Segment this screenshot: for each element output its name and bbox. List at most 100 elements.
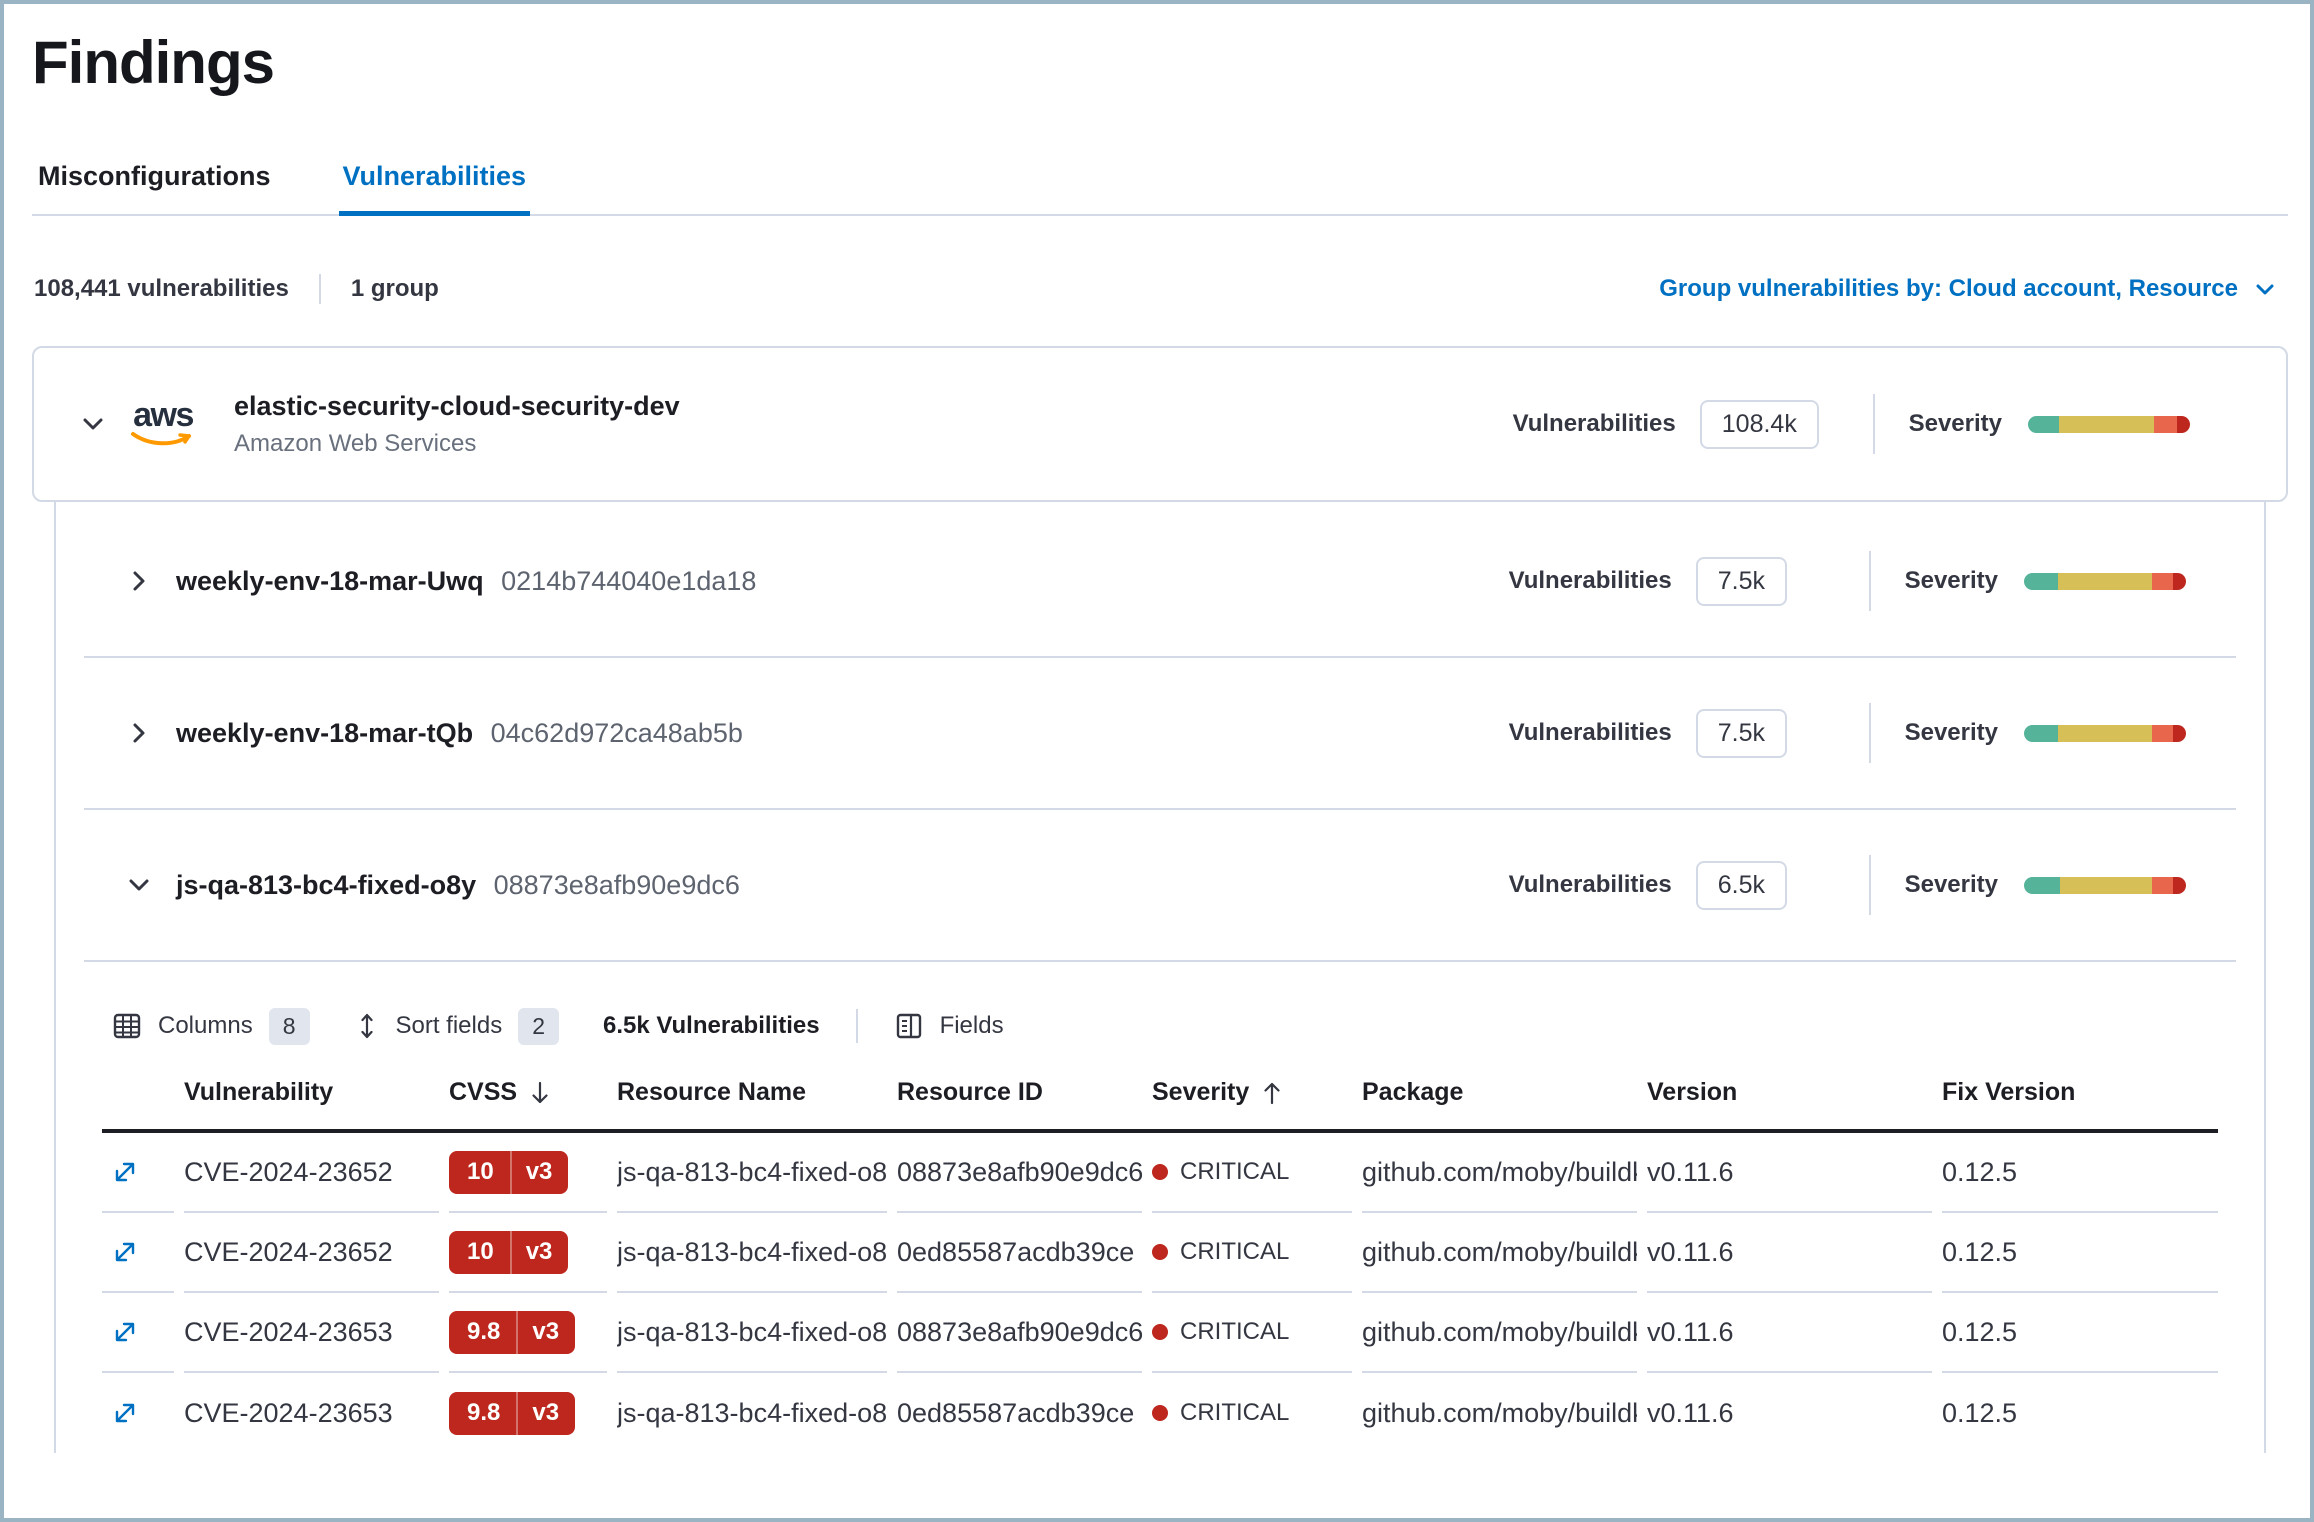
resource-stats: Vulnerabilities 7.5k Severity (1509, 703, 2186, 763)
header-vulnerability[interactable]: Vulnerability (184, 1078, 439, 1107)
divider (1869, 551, 1871, 611)
version-cell: v0.11.6 (1647, 1133, 1932, 1213)
fix-version-cell: 0.12.5 (1942, 1373, 2218, 1453)
header-fix-version[interactable]: Fix Version (1942, 1078, 2218, 1107)
expand-resource-button[interactable] (124, 718, 154, 748)
aws-logo-icon: aws (130, 400, 196, 448)
severity-distribution-bar (2028, 416, 2190, 433)
table-toolbar: Columns 8 Sort fields 2 6.5k Vulnerabili… (112, 1002, 2264, 1050)
resource-stats: Vulnerabilities 7.5k Severity (1509, 551, 2186, 611)
cvss-badge: 10v3 (449, 1231, 568, 1274)
cvss-badge: 9.8v3 (449, 1311, 575, 1354)
package-cell: github.com/moby/buildkit (1362, 1133, 1637, 1213)
resource-id: 0214b744040e1da18 (501, 566, 756, 596)
table-row: CVE-2024-23653 9.8v3 js-qa-813-bc4-fixed… (102, 1373, 2218, 1453)
vulnerabilities-label: Vulnerabilities (1509, 871, 1672, 899)
columns-count-badge: 8 (269, 1008, 310, 1045)
resource-name-cell: js-qa-813-bc4-fixed-o8y (617, 1213, 887, 1293)
account-group-panel: weekly-env-18-mar-Uwq 0214b744040e1da18 … (54, 496, 2266, 1453)
expand-resource-button[interactable] (124, 566, 154, 596)
severity-distribution-bar (2024, 877, 2186, 894)
resource-group-row[interactable]: weekly-env-18-mar-tQb 04c62d972ca48ab5b … (56, 658, 2264, 808)
resource-name-cell: js-qa-813-bc4-fixed-o8y (617, 1373, 887, 1453)
fix-version-cell: 0.12.5 (1942, 1293, 2218, 1373)
expand-icon (110, 1237, 140, 1267)
fields-button[interactable]: Fields (894, 1011, 1004, 1041)
resource-stats: Vulnerabilities 6.5k Severity (1509, 855, 2186, 915)
resource-id: 08873e8afb90e9dc6 (494, 870, 740, 900)
collapse-account-button[interactable] (78, 409, 108, 439)
chevron-down-icon (2252, 276, 2278, 302)
vulnerabilities-label: Vulnerabilities (1509, 719, 1672, 747)
header-resource-id[interactable]: Resource ID (897, 1078, 1142, 1107)
sort-asc-arrow-icon (1259, 1079, 1285, 1107)
sort-fields-button[interactable]: Sort fields 2 (354, 1008, 560, 1045)
columns-button[interactable]: Columns 8 (112, 1008, 310, 1045)
columns-label: Columns (158, 1012, 253, 1040)
group-count: 1 group (351, 275, 439, 303)
sort-arrows-icon (354, 1011, 380, 1041)
header-resource-name[interactable]: Resource Name (617, 1078, 887, 1107)
account-provider: Amazon Web Services (234, 430, 680, 458)
cloud-account-group-row[interactable]: aws elastic-security-cloud-security-dev … (32, 346, 2288, 502)
chevron-right-icon (124, 718, 154, 748)
expand-finding-button[interactable] (102, 1237, 140, 1267)
severity-distribution-bar (2024, 573, 2186, 590)
expand-icon (110, 1317, 140, 1347)
severity-label: Severity (1905, 719, 1998, 747)
expand-finding-button[interactable] (102, 1157, 140, 1187)
chevron-down-icon (124, 870, 154, 900)
tabs: Misconfigurations Vulnerabilities (32, 161, 2288, 216)
resource-id-cell: 08873e8afb90e9dc6 (897, 1133, 1142, 1213)
resource-group-row[interactable]: js-qa-813-bc4-fixed-o8y 08873e8afb90e9dc… (56, 810, 2264, 960)
expand-finding-button[interactable] (102, 1317, 140, 1347)
header-version[interactable]: Version (1647, 1078, 1932, 1107)
vulnerability-table-section: Columns 8 Sort fields 2 6.5k Vulnerabili… (56, 962, 2264, 1453)
critical-dot-icon (1152, 1405, 1168, 1421)
resource-name: weekly-env-18-mar-tQb (176, 718, 473, 748)
package-cell: github.com/moby/buildkit (1362, 1293, 1637, 1373)
account-stats: Vulnerabilities 108.4k Severity (1513, 394, 2190, 454)
expand-finding-button[interactable] (102, 1398, 140, 1428)
package-cell: github.com/moby/buildkit (1362, 1373, 1637, 1453)
version-cell: v0.11.6 (1647, 1213, 1932, 1293)
severity-label: Severity (1905, 567, 1998, 595)
table-row: CVE-2024-23653 9.8v3 js-qa-813-bc4-fixed… (102, 1293, 2218, 1373)
header-package[interactable]: Package (1362, 1078, 1637, 1107)
vulnerability-count-badge: 7.5k (1696, 709, 1787, 758)
vulnerabilities-label: Vulnerabilities (1513, 410, 1676, 438)
vulnerability-count-badge: 108.4k (1700, 400, 1819, 449)
resource-name-cell: js-qa-813-bc4-fixed-o8y (617, 1133, 887, 1213)
header-severity[interactable]: Severity (1152, 1078, 1352, 1107)
divider (1869, 855, 1871, 915)
cvss-badge: 10v3 (449, 1151, 568, 1194)
fix-version-cell: 0.12.5 (1942, 1133, 2218, 1213)
group-by-selector[interactable]: Group vulnerabilities by: Cloud account,… (1659, 275, 2278, 303)
severity-cell: CRITICAL (1152, 1399, 1289, 1427)
vulnerability-count-badge: 6.5k (1696, 861, 1787, 910)
cvss-badge: 9.8v3 (449, 1392, 575, 1435)
cve-id: CVE-2024-23652 (184, 1213, 439, 1293)
table-row: CVE-2024-23652 10v3 js-qa-813-bc4-fixed-… (102, 1133, 2218, 1213)
collapse-resource-button[interactable] (124, 870, 154, 900)
resource-group-row[interactable]: weekly-env-18-mar-Uwq 0214b744040e1da18 … (56, 506, 2264, 656)
vulnerabilities-label: Vulnerabilities (1509, 567, 1672, 595)
findings-page: Findings Misconfigurations Vulnerabiliti… (0, 0, 2314, 1522)
divider (1873, 394, 1875, 454)
severity-cell: CRITICAL (1152, 1238, 1289, 1266)
severity-cell: CRITICAL (1152, 1158, 1289, 1186)
tab-vulnerabilities[interactable]: Vulnerabilities (339, 161, 531, 214)
cve-id: CVE-2024-23652 (184, 1133, 439, 1213)
header-cvss[interactable]: CVSS (449, 1078, 607, 1107)
tab-misconfigurations[interactable]: Misconfigurations (34, 161, 275, 214)
chevron-right-icon (124, 566, 154, 596)
summary-bar: 108,441 vulnerabilities 1 group Group vu… (32, 274, 2288, 304)
columns-grid-icon (112, 1011, 142, 1041)
resource-id-cell: 0ed85587acdb39ce (897, 1373, 1142, 1453)
cve-id: CVE-2024-23653 (184, 1373, 439, 1453)
resource-id-cell: 0ed85587acdb39ce (897, 1213, 1142, 1293)
critical-dot-icon (1152, 1244, 1168, 1260)
cve-id: CVE-2024-23653 (184, 1293, 439, 1373)
chevron-down-icon (78, 409, 108, 439)
version-cell: v0.11.6 (1647, 1373, 1932, 1453)
